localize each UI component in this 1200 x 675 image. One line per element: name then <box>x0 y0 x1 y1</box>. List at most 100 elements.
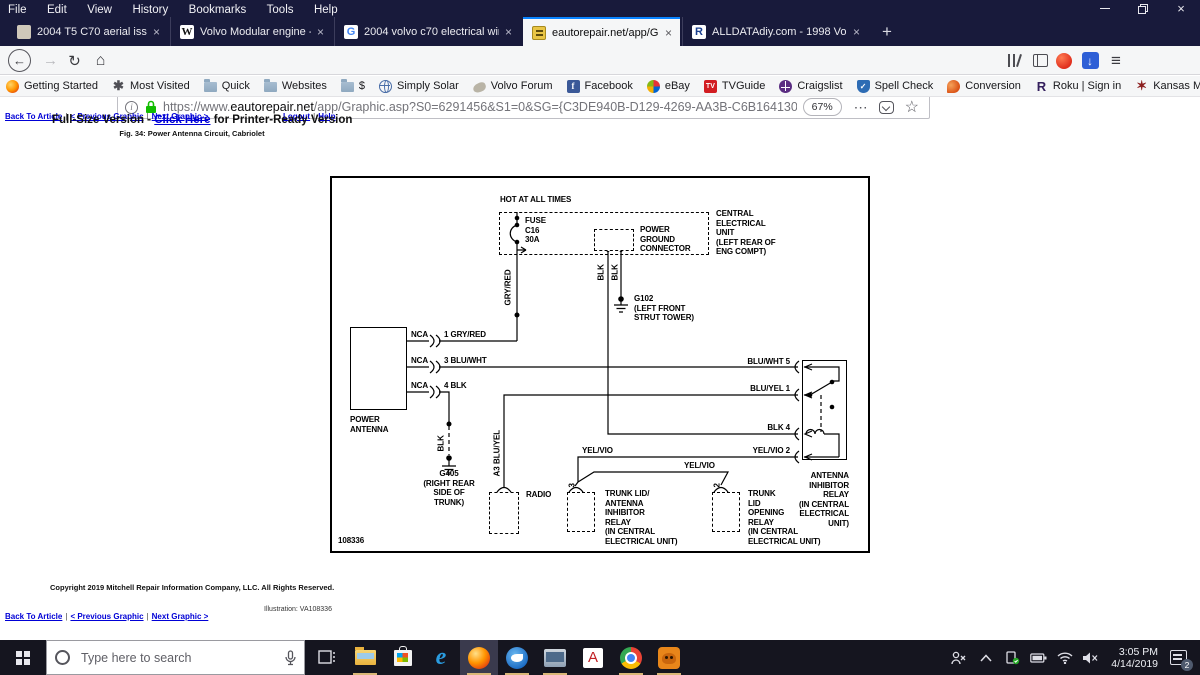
tab-google-search[interactable]: 2004 volvo c70 electrical wiring × <box>334 17 520 46</box>
tab-wikipedia[interactable]: Volvo Modular engine - Wikipe × <box>170 17 332 46</box>
taskbar-orange-app[interactable] <box>650 640 688 675</box>
globe-icon <box>379 80 392 93</box>
diagram-label-g102: G102 (LEFT FRONT STRUT TOWER) <box>634 294 694 323</box>
taskbar-mail-client[interactable] <box>536 640 574 675</box>
close-icon[interactable]: × <box>1162 0 1200 17</box>
tab-alldatadiy[interactable]: ALLDATAdiy.com - 1998 Volvo × <box>682 17 868 46</box>
edge-icon: e <box>430 647 452 669</box>
bookmark-most-visited[interactable]: ✱Most Visited <box>112 80 190 93</box>
taskbar-adobe-reader[interactable]: A <box>574 640 612 675</box>
bookmark-dollar[interactable]: $ <box>341 80 365 92</box>
facebook-icon <box>567 80 580 93</box>
menu-help[interactable]: Help <box>306 2 346 18</box>
search-input[interactable] <box>79 650 285 666</box>
diagram-label-nca-3: NCA <box>411 356 428 366</box>
taskbar-firefox[interactable] <box>460 640 498 675</box>
taskbar-search[interactable] <box>46 640 305 675</box>
taskbar-edge[interactable]: e <box>422 640 460 675</box>
taskbar-chrome[interactable] <box>612 640 650 675</box>
tab-close-icon[interactable]: × <box>663 26 674 40</box>
next-graphic-link[interactable]: Next Graphic > <box>152 612 209 621</box>
menu-view[interactable]: View <box>79 2 120 18</box>
back-to-article-link[interactable]: Back To Article <box>5 612 62 621</box>
bookmark-quick[interactable]: Quick <box>204 80 250 92</box>
folder-icon <box>264 82 277 92</box>
power-ground-connector-box <box>594 229 634 251</box>
pocket-save-icon[interactable] <box>879 101 894 114</box>
people-tray-icon[interactable] <box>946 640 972 675</box>
new-tab-button[interactable]: + <box>874 19 900 44</box>
microphone-icon[interactable] <box>285 650 296 666</box>
task-view-button[interactable] <box>308 640 346 675</box>
bookmark-kansas-mennonite[interactable]: Kansas Mennonite Reli... <box>1135 80 1200 93</box>
page-zoom-badge[interactable]: 67% <box>803 98 842 116</box>
bookmark-star-icon[interactable]: ☆ <box>899 97 925 117</box>
diagram-pin-blk-4: BLK 4 <box>730 423 790 433</box>
home-button[interactable]: ⌂ <box>88 48 113 73</box>
taskbar-thunderbird[interactable] <box>498 640 536 675</box>
reload-button[interactable]: ↻ <box>62 48 87 73</box>
figure-caption: Fig. 34: Power Antenna Circuit, Cabriole… <box>62 129 322 138</box>
taskbar-file-explorer[interactable] <box>346 640 384 675</box>
previous-graphic-link[interactable]: < Previous Graphic <box>70 612 143 621</box>
menu-bookmarks[interactable]: Bookmarks <box>181 2 255 18</box>
tab-close-icon[interactable]: × <box>851 25 862 39</box>
peace-icon <box>779 80 792 93</box>
menu-hamburger-icon[interactable]: ≡ <box>1104 49 1128 72</box>
radio-box <box>489 492 519 534</box>
menu-history[interactable]: History <box>124 2 176 18</box>
bookmark-tvguide[interactable]: TVGuide <box>704 80 765 93</box>
page-footer-links: Back To Article|< Previous Graphic|Next … <box>5 606 208 624</box>
desktop-screen: File Edit View History Bookmarks Tools H… <box>0 0 1200 675</box>
lion-app-icon <box>658 647 680 669</box>
page-actions-icon[interactable]: ⋯ <box>848 99 874 116</box>
bookmark-simply-solar[interactable]: Simply Solar <box>379 80 459 93</box>
bookmark-roku[interactable]: Roku | Sign in <box>1035 80 1121 93</box>
bookmark-getting-started[interactable]: Getting Started <box>6 80 98 93</box>
google-favicon-icon <box>344 25 358 39</box>
bookmark-conversion[interactable]: Conversion <box>947 80 1021 93</box>
battery-tray-icon[interactable] <box>1026 640 1051 675</box>
minimize-icon[interactable] <box>1086 0 1124 17</box>
download-helper-icon[interactable]: ↓ <box>1078 49 1102 72</box>
bookmark-ebay[interactable]: eBay <box>647 80 690 93</box>
taskbar-microsoft-store[interactable] <box>384 640 422 675</box>
tab-forum-thread[interactable]: 2004 T5 C70 aerial issue ( not t × <box>8 17 168 46</box>
extension-record-icon[interactable] <box>1052 49 1076 72</box>
power-plug-tray-icon[interactable] <box>1000 640 1025 675</box>
menu-file[interactable]: File <box>0 2 35 18</box>
browser-menubar: File Edit View History Bookmarks Tools H… <box>0 0 1200 17</box>
restore-icon[interactable] <box>1124 0 1162 17</box>
library-icon[interactable] <box>1002 49 1026 72</box>
bookmark-craigslist[interactable]: Craigslist <box>779 80 842 93</box>
url-text[interactable]: https://www.eautorepair.net/app/Graphic.… <box>163 100 797 114</box>
gear-icon: ✱ <box>112 80 125 93</box>
bookmark-facebook[interactable]: Facebook <box>567 80 633 93</box>
window-controls: × <box>1086 0 1200 17</box>
diagram-label-nca-1: NCA <box>411 330 428 340</box>
volume-muted-tray-icon[interactable] <box>1077 640 1103 675</box>
tray-overflow-chevron-icon[interactable] <box>974 640 998 675</box>
thunderbird-icon <box>506 647 528 669</box>
tab-close-icon[interactable]: × <box>503 25 514 39</box>
tab-close-icon[interactable]: × <box>315 25 326 39</box>
back-button[interactable]: ← <box>8 49 31 72</box>
diagram-label-nca-4: NCA <box>411 381 428 391</box>
windows-taskbar: e A 3:05 PM 4/14/2019 2 <box>0 640 1200 675</box>
action-center-button[interactable]: 2 <box>1160 640 1196 675</box>
menu-tools[interactable]: Tools <box>259 2 302 18</box>
bookmark-websites[interactable]: Websites <box>264 80 327 92</box>
tab-eautorepair-active[interactable]: eautorepair.net/app/Graphic.a × <box>523 17 680 46</box>
bookmark-volvo-forum[interactable]: Volvo Forum <box>473 80 553 92</box>
diagram-pin-blu-yel-1: BLU/YEL 1 <box>730 384 790 394</box>
start-button[interactable] <box>0 640 46 675</box>
wifi-tray-icon[interactable] <box>1052 640 1077 675</box>
bookmark-spell-check[interactable]: Spell Check <box>857 80 934 93</box>
sidebar-toggle-icon[interactable] <box>1028 49 1052 72</box>
forward-button[interactable]: → <box>38 48 63 73</box>
printer-ready-link[interactable]: Click Here <box>154 114 210 126</box>
tab-close-icon[interactable]: × <box>151 25 162 39</box>
taskbar-clock[interactable]: 3:05 PM 4/14/2019 <box>1111 640 1158 675</box>
menu-edit[interactable]: Edit <box>39 2 75 18</box>
diagram-label-radio: RADIO <box>526 490 551 500</box>
